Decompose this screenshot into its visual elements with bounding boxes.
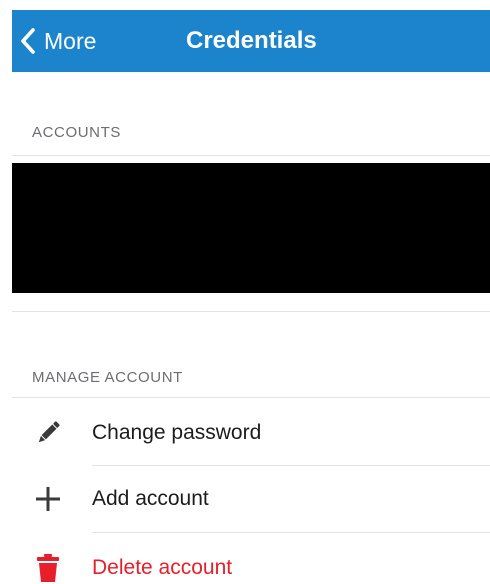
delete-account-row[interactable]: Delete account bbox=[12, 535, 490, 584]
back-button[interactable]: More bbox=[20, 10, 96, 72]
divider bbox=[12, 155, 490, 156]
divider bbox=[12, 397, 490, 398]
chevron-left-icon bbox=[20, 27, 36, 55]
add-account-label: Add account bbox=[92, 487, 209, 510]
add-account-row[interactable]: Add account bbox=[12, 466, 490, 532]
divider bbox=[92, 532, 490, 533]
change-password-label: Change password bbox=[92, 421, 262, 444]
accounts-section-header: ACCOUNTS bbox=[32, 124, 121, 141]
credentials-screen: More Credentials ACCOUNTS MANAGE ACCOUNT… bbox=[0, 0, 490, 584]
trash-icon bbox=[32, 552, 64, 584]
back-button-label: More bbox=[44, 27, 97, 54]
page-title: Credentials bbox=[186, 27, 317, 54]
manage-account-section-header: MANAGE ACCOUNT bbox=[32, 369, 183, 386]
pencil-icon bbox=[32, 417, 64, 449]
delete-account-label: Delete account bbox=[92, 556, 233, 579]
redacted-account-list bbox=[12, 163, 490, 293]
change-password-row[interactable]: Change password bbox=[12, 400, 490, 466]
divider bbox=[12, 311, 490, 312]
navigation-bar: More Credentials bbox=[12, 10, 490, 72]
plus-icon bbox=[32, 483, 64, 515]
